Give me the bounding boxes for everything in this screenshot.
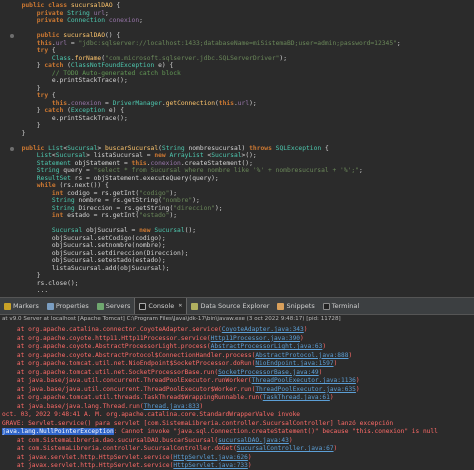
console-line: at java.base/java.lang.Thread.run(Thread…	[2, 402, 204, 410]
code-line: public sucursalDAO() {	[36, 32, 121, 39]
tab-label: Servers	[105, 302, 131, 310]
console-line: at org.apache.coyote.AbstractProcessorLi…	[2, 343, 327, 350]
code-line: List<Sucursal> listaSucursal = new Array…	[36, 152, 257, 159]
code-line: this.conexion = DriverManager.getConnect…	[51, 99, 257, 107]
console-line: at com.SistemaLibreria.controller.Sucurs…	[2, 445, 338, 452]
tab-console[interactable]: Console ✕	[134, 298, 188, 314]
tab-markers[interactable]: Markers	[0, 298, 43, 314]
code-line: objSucursal.setdireccion(Direccion);	[14, 249, 189, 257]
code-line: e.printStackTrace();	[14, 77, 128, 84]
console-title: at v9.0 Server at localhost [Apache Tomc…	[0, 315, 474, 324]
stacktrace-link[interactable]: CoyoteAdapter.java:343	[222, 326, 304, 333]
tab-terminal[interactable]: Terminal	[319, 298, 363, 314]
code-line: objSucursal.setestado(estado);	[14, 257, 166, 264]
code-line: e.printStackTrace();	[14, 114, 128, 122]
line-gutter	[4, 0, 14, 297]
console-line: at java.base/java.util.concurrent.Thread…	[2, 385, 360, 393]
exception-highlight[interactable]: java.lang.NullPointerException	[2, 428, 114, 435]
console-line: at javax.servlet.http.HttpServlet.servic…	[2, 462, 252, 469]
code-line: rs.close();	[14, 279, 79, 287]
properties-icon	[46, 302, 54, 310]
code-line: objSucursal.setnombre(nombre);	[14, 242, 166, 249]
code-line: private String url;	[36, 9, 109, 17]
console-line: at org.apache.tomcat.util.net.NioEndpoin…	[2, 360, 338, 367]
console-output[interactable]: at org.apache.catalina.connector.CoyoteA…	[0, 324, 474, 470]
code-line: this.url = "jdbc:sqlserver://localhost:1…	[36, 39, 401, 47]
stacktrace-link[interactable]: HttpServlet.java:626	[173, 454, 248, 461]
code-line: try {	[36, 92, 56, 99]
snippets-icon	[277, 302, 285, 310]
tab-label: Snippets	[286, 302, 315, 310]
code-line: }	[14, 122, 41, 129]
stacktrace-link[interactable]: ThreadPoolExecutor.java:635	[255, 386, 356, 393]
code-line: while (rs.next()) {	[36, 182, 109, 189]
code-editor[interactable]: public class sucursalDAO { private Strin…	[0, 0, 474, 297]
code-line: private Connection conexion;	[36, 17, 143, 24]
code-line: Class.forName("com.microsoft.sqlserver.j…	[51, 54, 288, 62]
views-tab-bar: Markers Properties Servers Console ✕ Dat…	[0, 297, 474, 315]
stacktrace-link[interactable]: AbstractProcessorLight.java:63	[211, 343, 323, 350]
terminal-icon	[322, 302, 330, 310]
code-line: public List<Sucursal> buscarSucursal(Str…	[21, 144, 329, 152]
stacktrace-link[interactable]: Http11Processor.java:390	[211, 335, 300, 342]
tab-label: Data Source Explorer	[200, 302, 270, 310]
console-line: at org.apache.catalina.connector.CoyoteA…	[2, 326, 308, 333]
tab-snippets[interactable]: Snippets	[273, 298, 318, 314]
code-line: }	[14, 272, 41, 279]
code-line: Sucursal objSucursal = new Sucursal();	[51, 227, 197, 234]
code-line: objSucursal.setCodigo(codigo);	[14, 234, 166, 242]
stacktrace-link[interactable]: SucursalController.java:67	[237, 445, 334, 452]
code-line: ...	[14, 287, 49, 294]
code-line: listaSucursal.add(objSucursal);	[14, 264, 170, 272]
database-icon	[191, 302, 199, 310]
stacktrace-link[interactable]: Thread.java:833	[144, 403, 200, 410]
tab-label: Terminal	[331, 302, 360, 310]
code-line: String nombre = rs.getString("nombre");	[51, 197, 200, 204]
tab-data-source-explorer[interactable]: Data Source Explorer	[187, 298, 273, 314]
console-line: at org.apache.coyote.http11.Http11Proces…	[2, 334, 304, 342]
code-line: ResultSet rs = objStatement.executeQuery…	[36, 174, 219, 182]
tab-label: Markers	[13, 302, 39, 310]
stacktrace-link[interactable]: NioEndpoint.java:1597	[255, 360, 333, 367]
close-icon[interactable]: ✕	[178, 303, 182, 309]
tab-label: Console	[148, 302, 175, 310]
code-line: int estado = rs.getInt("estado");	[51, 212, 178, 219]
tab-servers[interactable]: Servers	[93, 298, 135, 314]
console-line: GRAVE: Servlet.service() para servlet [c…	[2, 419, 394, 427]
stacktrace-link[interactable]: TaskThread.java:61	[263, 394, 330, 401]
code-line: public class sucursalDAO {	[21, 2, 121, 9]
code-line: }	[14, 129, 26, 137]
tab-properties[interactable]: Properties	[43, 298, 93, 314]
servers-icon	[96, 302, 104, 310]
stacktrace-link[interactable]: SocketProcessorBase.java:49	[218, 369, 319, 376]
console-line: at org.apache.tomcat.util.threads.TaskTh…	[2, 394, 334, 401]
code-line: String query = "select * from Sucursal w…	[36, 167, 363, 174]
stacktrace-link[interactable]: HttpServlet.java:733	[173, 462, 248, 469]
code-line: } catch (Exception e) {	[14, 107, 124, 114]
tab-label: Properties	[55, 302, 89, 310]
stacktrace-link[interactable]: sucursalDAO.java:43	[218, 437, 289, 444]
console-line: at org.apache.tomcat.util.net.SocketProc…	[2, 368, 323, 376]
console-line: at com.SistemaLibreria.dao.sucursalDAO.b…	[2, 436, 293, 444]
console-line: oct. 03, 2022 9:48:41 A. M. org.apache.c…	[2, 411, 301, 418]
console-line: at java.base/java.util.concurrent.Thread…	[2, 377, 360, 384]
code-line: String Direccion = rs.getString("direcci…	[51, 204, 223, 212]
stacktrace-link[interactable]: ThreadPoolExecutor.java:1136	[252, 377, 356, 384]
code-line: try {	[36, 47, 56, 54]
console-line: at org.apache.coyote.AbstractProtocol$Co…	[2, 351, 353, 359]
code-line: }	[14, 84, 41, 92]
console-icon	[139, 302, 147, 310]
console-line: at javax.servlet.http.HttpServlet.servic…	[2, 453, 252, 461]
code-line: Statement objStatement = this.conexion.c…	[36, 159, 253, 167]
stacktrace-link[interactable]: AbstractProtocol.java:888	[255, 352, 348, 359]
code-line: int codigo = rs.getInt("codigo");	[51, 189, 178, 197]
code-line: // TODO Auto-generated catch block	[14, 69, 181, 77]
markers-icon	[4, 302, 11, 310]
console-line: java.lang.NullPointerException: Cannot i…	[2, 428, 438, 435]
code-line: } catch (ClassNotFoundException e) {	[14, 62, 174, 69]
